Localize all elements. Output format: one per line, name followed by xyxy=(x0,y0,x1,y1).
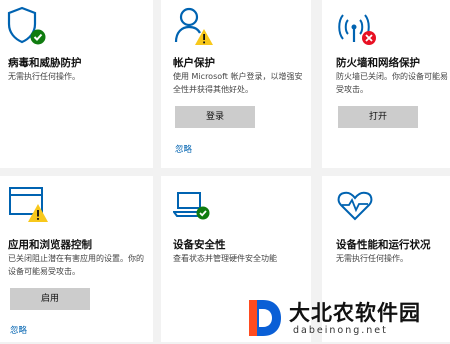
tile-description: 无需执行任何操作。 xyxy=(8,72,80,81)
tile-title: 帐户保护 xyxy=(173,57,215,69)
dismiss-link[interactable]: 忽略 xyxy=(175,143,192,155)
dismiss-link[interactable]: 忽略 xyxy=(10,324,27,336)
tile-description: 使用 Microsoft 帐户登录，以增强安全性并获得其他好处。 xyxy=(173,72,303,94)
laptop-check-icon xyxy=(173,190,213,224)
tile-title: 设备安全性 xyxy=(173,239,226,251)
browser-warning-icon xyxy=(8,186,50,226)
tile-description: 防火墙已关闭。你的设备可能易受攻击。 xyxy=(336,72,448,94)
tile-description: 已关闭阻止潜在有害应用的设置。你的设备可能易受攻击。 xyxy=(8,254,144,276)
enable-button[interactable]: 启用 xyxy=(10,288,90,310)
heart-pulse-icon xyxy=(336,190,374,222)
shield-check-icon xyxy=(6,6,46,46)
tile-description: 无需执行任何操作。 xyxy=(336,254,408,263)
person-warning-icon xyxy=(173,6,215,46)
tile-description: 查看状态并管理硬件安全功能 xyxy=(173,254,277,263)
tile-title: 应用和浏览器控制 xyxy=(8,239,92,251)
watermark: 大北农软件园 dabeinong.net xyxy=(245,296,450,342)
tile-firewall-network-protection[interactable]: 防火墙和网络保护 防火墙已关闭。你的设备可能易受攻击。 打开 xyxy=(322,0,450,168)
tile-app-browser-control[interactable]: 应用和浏览器控制 已关闭阻止潜在有害应用的设置。你的设备可能易受攻击。 启用 忽… xyxy=(0,176,153,342)
sign-in-button[interactable]: 登录 xyxy=(175,106,255,128)
tile-virus-threat-protection[interactable]: 病毒和威胁防护 无需执行任何操作。 xyxy=(0,0,153,168)
tile-title: 设备性能和运行状况 xyxy=(336,239,431,251)
wifi-error-icon xyxy=(336,6,378,46)
tile-title: 病毒和威胁防护 xyxy=(8,57,82,69)
tile-title: 防火墙和网络保护 xyxy=(336,57,420,69)
tile-account-protection[interactable]: 帐户保护 使用 Microsoft 帐户登录，以增强安全性并获得其他好处。 登录… xyxy=(161,0,311,168)
watermark-name: 大北农软件园 xyxy=(289,301,421,325)
watermark-logo-icon xyxy=(245,296,285,344)
watermark-url: dabeinong.net xyxy=(293,325,388,336)
turn-on-button[interactable]: 打开 xyxy=(338,106,418,128)
